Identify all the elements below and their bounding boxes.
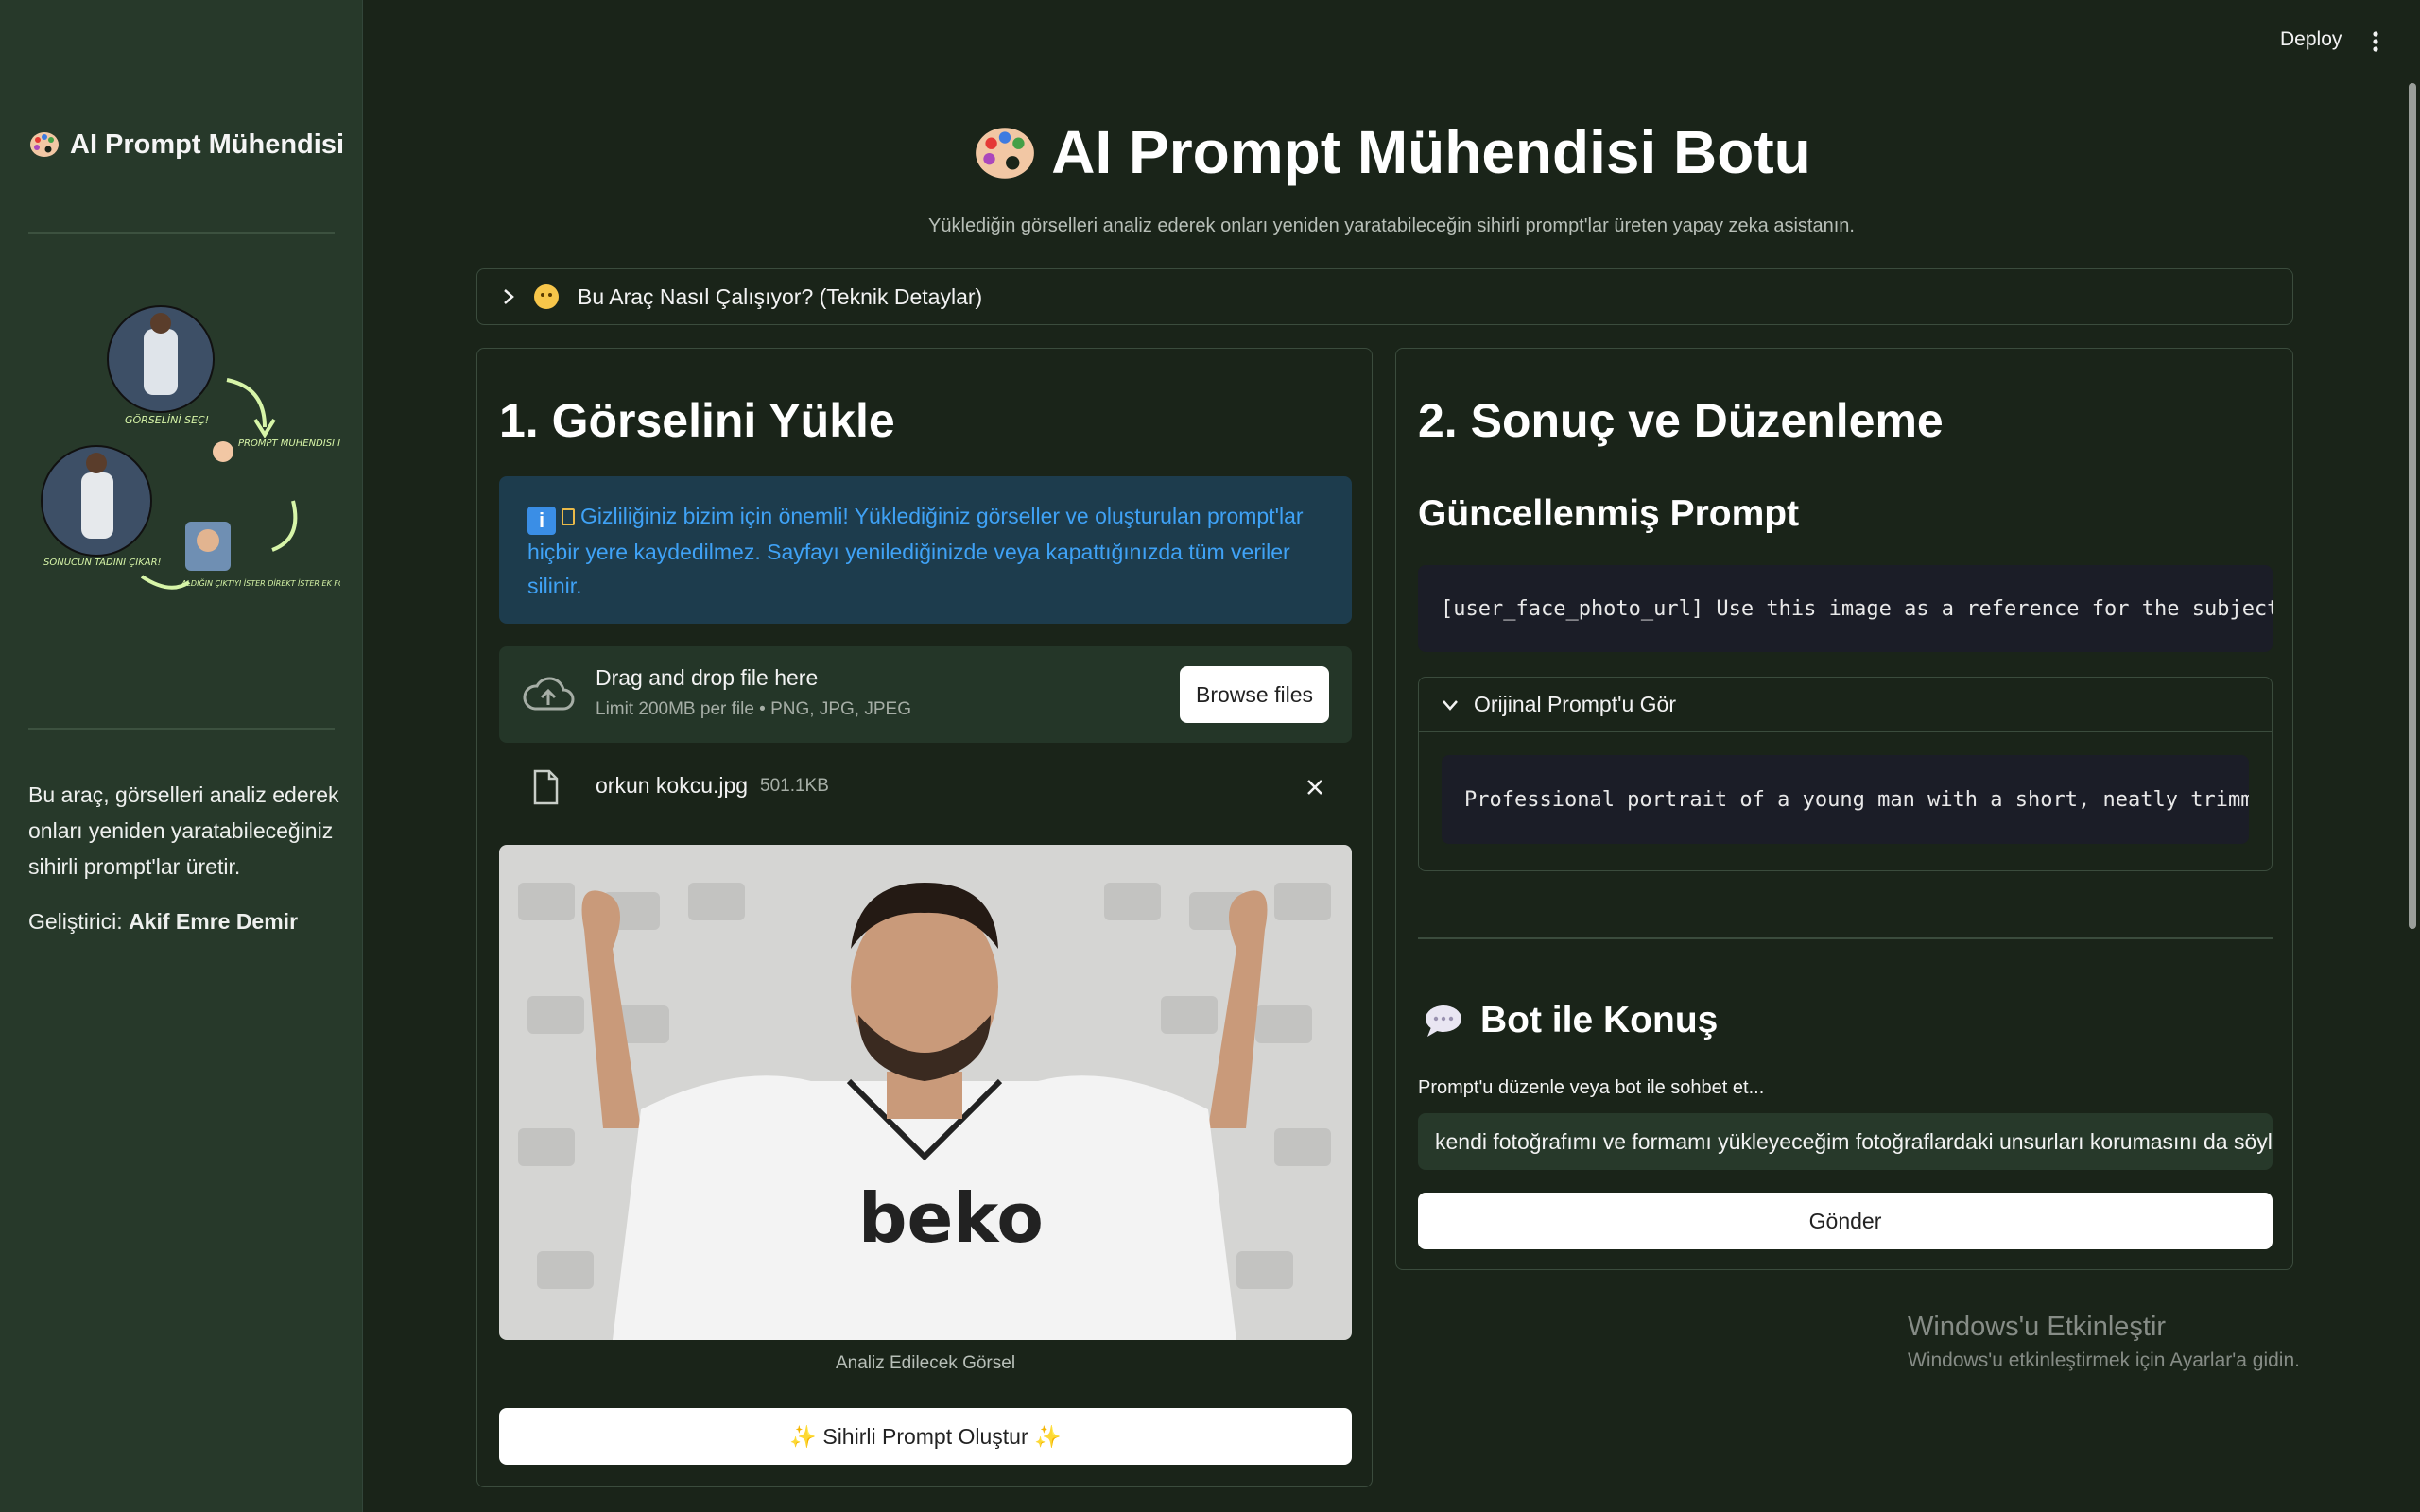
illustration-label-step1: GÖRSELİNİ SEÇ! <box>125 414 209 426</box>
original-prompt-label: Orijinal Prompt'u Gör <box>1474 692 1677 716</box>
privacy-info-box: i Gizliliğiniz bizim için önemli! Yükledi… <box>499 476 1352 624</box>
updated-prompt-heading: Güncellenmiş Prompt <box>1418 493 1800 534</box>
more-menu-icon[interactable] <box>2365 28 2386 55</box>
illustration-label-step3: ALDIĞIN ÇIKTIYI İSTER DİREKT İSTER EK FO… <box>181 577 340 588</box>
image-caption: Analiz Edilecek Görsel <box>835 1353 1016 1373</box>
thinking-face-icon <box>534 284 559 309</box>
file-size: 501.1KB <box>760 776 829 796</box>
windows-activation-title: Windows'u Etkinleştir <box>1908 1312 2167 1342</box>
chat-heading: Bot ile Konuş <box>1424 1000 1718 1041</box>
illustration-label-step4: SONUCUN TADINI ÇIKAR! <box>43 558 162 568</box>
how-it-works-label: Bu Araç Nasıl Çalışıyor? (Teknik Detayla… <box>578 284 983 309</box>
chevron-down-icon <box>1443 699 1458 711</box>
workflow-illustration: GÖRSELİNİ SEÇ! PROMPT MÜHENDİSİ İLE ÇIKT… <box>41 305 340 590</box>
dropzone-subtitle: Limit 200MB per file • PNG, JPG, JPEG <box>596 699 911 719</box>
sidebar-divider-bottom <box>28 728 335 730</box>
palette-icon <box>976 128 1035 179</box>
sidebar-developer: Geliştirici: Akif Emre Demir <box>28 909 298 935</box>
sidebar-divider-top <box>28 232 335 234</box>
chat-input[interactable]: kendi fotoğrafımı ve formamı yükleyeceği… <box>1418 1113 2273 1170</box>
page-scrollbar[interactable] <box>2409 83 2416 929</box>
page-subtitle: Yüklediğin görselleri analiz ederek onla… <box>928 215 1855 236</box>
file-name: orkun kokcu.jpg <box>596 773 749 798</box>
windows-activation-subtitle: Windows'u etkinleştirmek için Ayarlar'a … <box>1908 1349 2300 1371</box>
cloud-upload-icon <box>523 677 575 711</box>
developer-name: Akif Emre Demir <box>129 909 299 934</box>
generate-prompt-button[interactable]: ✨ Sihirli Prompt Oluştur ✨ <box>499 1408 1352 1465</box>
section-divider <box>1418 937 2273 939</box>
developer-label: Geliştirici: <box>28 909 123 934</box>
info-icon: i <box>527 507 556 535</box>
page-title-text: AI Prompt Mühendisi Botu <box>1051 118 1811 186</box>
original-prompt-code[interactable]: Professional portrait of a young man wit… <box>1442 755 2249 844</box>
privacy-info-text: Gizliliğiniz bizim için önemli! Yüklediğ… <box>527 504 1304 598</box>
deploy-button[interactable]: Deploy <box>2280 28 2342 51</box>
original-prompt-toggle[interactable]: Orijinal Prompt'u Gör <box>1419 678 2272 732</box>
svg-text:beko: beko <box>858 1178 1044 1258</box>
browse-files-button[interactable]: Browse files <box>1180 666 1329 723</box>
updated-prompt-code[interactable]: [user_face_photo_url] Use this image as … <box>1418 565 2273 652</box>
remove-file-icon[interactable] <box>1305 777 1325 798</box>
uploaded-image-preview: beko <box>499 845 1352 1340</box>
sidebar-description: Bu araç, görselleri analiz ederek onları… <box>28 782 339 879</box>
lock-icon <box>562 508 575 525</box>
page-title: AI Prompt Mühendisi Botu <box>0 117 2420 187</box>
chat-heading-text: Bot ile Konuş <box>1480 1000 1719 1040</box>
speech-bubble-icon <box>1426 1005 1461 1037</box>
upload-heading: 1. Görselini Yükle <box>499 394 895 447</box>
result-heading: 2. Sonuç ve Düzenleme <box>1418 394 1944 447</box>
file-icon <box>533 769 559 805</box>
chat-input-label: Prompt'u düzenle veya bot ile sohbet et.… <box>1418 1077 1765 1098</box>
how-it-works-expander[interactable]: Bu Araç Nasıl Çalışıyor? (Teknik Detayla… <box>476 268 2293 325</box>
uploaded-file-row: orkun kokcu.jpg 501.1KB <box>499 762 1352 815</box>
original-prompt-expander: Orijinal Prompt'u Gör Professional portr… <box>1418 677 2273 871</box>
send-button[interactable]: Gönder <box>1418 1193 2273 1249</box>
dropzone-title: Drag and drop file here <box>596 665 819 690</box>
file-dropzone[interactable]: Drag and drop file here Limit 200MB per … <box>499 646 1352 743</box>
illustration-label-step2: PROMPT MÜHENDİSİ İLE ÇIKTINI AL! <box>238 437 340 449</box>
chevron-right-icon <box>504 289 514 304</box>
sidebar: AI Prompt Mühendisi GÖRSELİNİ SEÇ! PROMP… <box>0 0 363 1512</box>
